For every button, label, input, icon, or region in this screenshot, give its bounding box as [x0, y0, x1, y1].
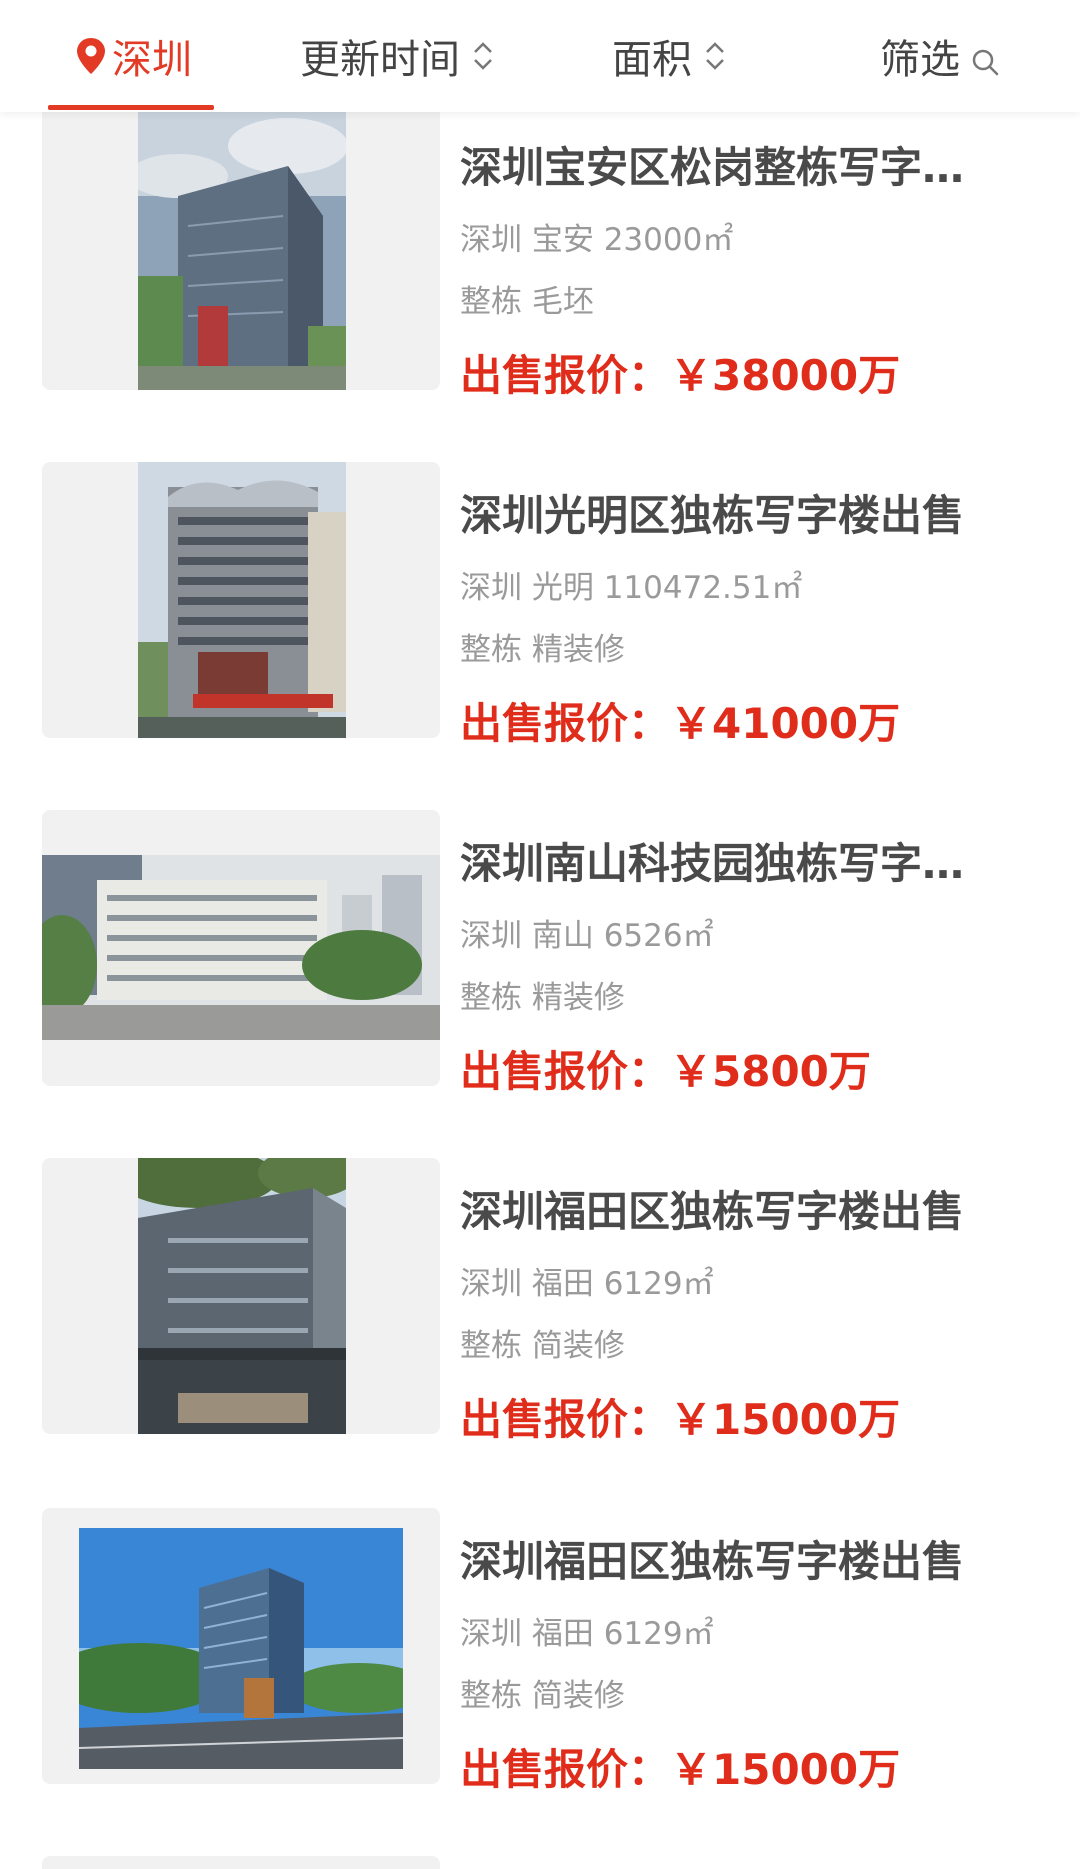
listing-price: 出售报价：￥15000万: [460, 1386, 900, 1447]
price-value: ￥41000万: [670, 699, 901, 748]
listing-title[interactable]: 深圳福田区独栋写字楼出售: [460, 1528, 1000, 1589]
listing-photo[interactable]: [42, 1508, 440, 1784]
listing-type: 整栋 简装修: [460, 1678, 625, 1714]
listing-photo[interactable]: [42, 1158, 440, 1434]
listing-title[interactable]: 深圳宝安区松岗整栋写字楼出售: [460, 134, 1000, 195]
listing-card[interactable]: 深圳南山科技园独栋写字楼出售 深圳 南山 6526㎡ 整栋 精装修 出售报价：￥…: [0, 810, 1080, 1096]
sort-icon: [472, 38, 494, 74]
tab-update-time[interactable]: 更新时间: [300, 0, 494, 112]
price-label: 出售报价：: [460, 1047, 671, 1096]
listing-photo[interactable]: [42, 462, 440, 738]
listing-card[interactable]: 深圳宝安区松岗整栋写字楼出售 深圳 宝安 23000㎡ 整栋 毛坯 出售报价：￥…: [0, 106, 1080, 400]
listing-type: 整栋 毛坯: [460, 284, 594, 320]
listing-price: 出售报价：￥41000万: [460, 690, 900, 751]
listing-type: 整栋 精装修: [460, 632, 625, 668]
listing-title[interactable]: 深圳福田区独栋写字楼出售: [460, 1178, 1000, 1239]
listing-location: 深圳 福田 6129㎡: [460, 1266, 714, 1302]
price-value: ￥15000万: [670, 1395, 901, 1444]
tab-city[interactable]: 深圳: [48, 0, 214, 112]
listing-card[interactable]: 深圳福田区独栋写字楼出售 深圳 福田 6129㎡ 整栋 简装修 出售报价：￥15…: [0, 1508, 1080, 1794]
price-label: 出售报价：: [460, 699, 671, 748]
price-label: 出售报价：: [460, 351, 671, 400]
price-label: 出售报价：: [460, 1395, 671, 1444]
listing-location: 深圳 光明 110472.51㎡: [460, 570, 803, 606]
listing-photo[interactable]: [42, 810, 440, 1086]
price-value: ￥5800万: [670, 1047, 871, 1096]
listing-card[interactable]: 深圳光明区独栋写字楼出售 深圳 光明 110472.51㎡ 整栋 精装修 出售报…: [0, 462, 1080, 748]
tab-area-label: 面积: [612, 37, 692, 83]
listing-photo[interactable]: [42, 106, 440, 390]
tab-filter[interactable]: 筛选: [880, 0, 1000, 112]
next-listing-photo-partial[interactable]: [42, 1856, 440, 1869]
listing-location: 深圳 宝安 23000㎡: [460, 222, 734, 258]
tab-filter-label: 筛选: [880, 37, 960, 83]
listing-price: 出售报价：￥15000万: [460, 1736, 900, 1797]
listing-price: 出售报价：￥5800万: [460, 1038, 871, 1099]
price-label: 出售报价：: [460, 1745, 671, 1794]
location-pin-icon: [74, 36, 108, 76]
tab-city-label: 深圳: [112, 37, 192, 83]
sort-icon: [704, 38, 726, 74]
tab-update-time-label: 更新时间: [300, 37, 460, 83]
filter-tab-bar: 深圳 更新时间 面积 筛选: [0, 0, 1080, 112]
price-value: ￥38000万: [670, 351, 901, 400]
listing-card[interactable]: 深圳福田区独栋写字楼出售 深圳 福田 6129㎡ 整栋 简装修 出售报价：￥15…: [0, 1158, 1080, 1444]
listing-title[interactable]: 深圳光明区独栋写字楼出售: [460, 482, 1000, 543]
listing-title[interactable]: 深圳南山科技园独栋写字楼出售: [460, 830, 1000, 891]
listing-type: 整栋 精装修: [460, 980, 625, 1016]
listing-location: 深圳 南山 6526㎡: [460, 918, 714, 954]
listing-location: 深圳 福田 6129㎡: [460, 1616, 714, 1652]
listing-price: 出售报价：￥38000万: [460, 342, 900, 403]
search-icon: [970, 41, 1000, 76]
active-tab-underline: [48, 105, 214, 110]
listing-type: 整栋 简装修: [460, 1328, 625, 1364]
price-value: ￥15000万: [670, 1745, 901, 1794]
tab-area[interactable]: 面积: [612, 0, 726, 112]
